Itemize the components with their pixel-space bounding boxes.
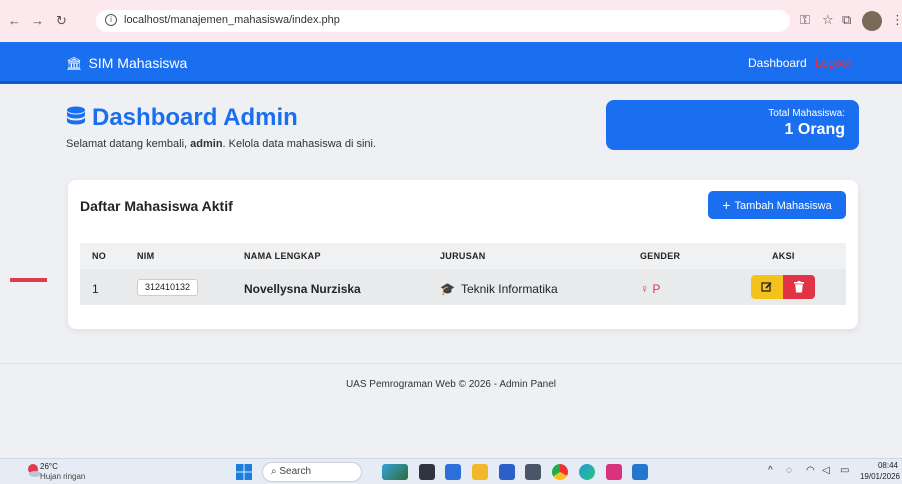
site-info-icon[interactable]: i xyxy=(105,14,117,26)
col-nama: NAMA LENGKAP xyxy=(244,251,321,261)
edge-browser-icon[interactable] xyxy=(579,464,595,480)
add-student-label: Tambah Mahasiswa xyxy=(734,200,832,212)
col-aksi: AKSI xyxy=(772,251,795,261)
welcome-user: admin xyxy=(190,138,223,150)
welcome-suffix: . Kelola data mahasiswa di sini. xyxy=(222,138,377,150)
table-header: NO NIM NAMA LENGKAP JURUSAN GENDER AKSI xyxy=(80,243,846,269)
gender-label: P xyxy=(652,282,661,296)
students-card: Daftar Mahasiswa Aktif + Tambah Mahasiswa… xyxy=(68,180,858,329)
reload-icon[interactable]: ↻ xyxy=(56,13,67,29)
landscape-app-icon[interactable] xyxy=(382,464,408,480)
clock-time[interactable]: 08:44 xyxy=(872,461,898,470)
female-icon: ♀ xyxy=(640,282,649,296)
extensions-icon[interactable]: ⧉ xyxy=(842,12,851,28)
search-icon: ⌕ xyxy=(271,466,277,477)
profile-avatar[interactable] xyxy=(862,11,882,31)
key-icon[interactable]: ⚿ xyxy=(800,12,810,28)
address-bar[interactable]: i localhost/manajemen_mahasiswa/index.ph… xyxy=(96,10,790,32)
windows-start-icon[interactable] xyxy=(236,464,252,480)
search-label: Search xyxy=(279,466,312,477)
chrome-browser-icon[interactable] xyxy=(552,464,568,480)
file-explorer-icon[interactable] xyxy=(472,464,488,480)
clock-date[interactable]: 19/01/2026 xyxy=(856,472,900,481)
col-gender: GENDER xyxy=(640,251,681,261)
battery-icon[interactable]: ▭ xyxy=(840,465,849,476)
page-title: Dashboard Admin xyxy=(66,104,298,132)
trash-icon xyxy=(794,280,804,292)
edit-icon xyxy=(761,281,772,292)
bookmark-star-icon[interactable]: ☆ xyxy=(822,12,834,28)
taskbar: 26°C Hujan ringan ⌕ Search ^ ◌ ◠ ◁ ▭ 08:… xyxy=(0,458,902,484)
nav-logout-link[interactable]: Logout xyxy=(815,56,852,70)
total-label: Total Mahasiswa: xyxy=(768,108,845,119)
brand-label: SIM Mahasiswa xyxy=(88,55,188,71)
wifi-icon[interactable]: ◠ xyxy=(806,465,815,476)
menu-dots-icon[interactable]: ⋮ xyxy=(891,12,902,28)
col-nim: NIM xyxy=(137,251,155,261)
page-title-text: Dashboard Admin xyxy=(92,104,298,131)
database-icon xyxy=(67,106,85,125)
total-students-card: Total Mahasiswa: 1 Orang xyxy=(606,100,859,150)
student-major: 🎓 Teknik Informatika xyxy=(440,282,558,296)
side-indicator xyxy=(10,278,47,282)
plus-icon: + xyxy=(722,197,731,213)
nav-dashboard-link[interactable]: Dashboard xyxy=(748,56,807,70)
welcome-text: Selamat datang kembali, admin. Kelola da… xyxy=(66,138,376,150)
camera-app-icon[interactable] xyxy=(525,464,541,480)
nim-badge: 312410132 xyxy=(137,279,199,296)
forward-arrow-icon[interactable]: → xyxy=(31,13,44,28)
graduation-cap-icon: 🎓 xyxy=(440,282,455,296)
brand[interactable]: 🏛 SIM Mahasiswa xyxy=(66,55,187,72)
add-student-button[interactable]: + Tambah Mahasiswa xyxy=(708,191,846,219)
col-jurusan: JURUSAN xyxy=(440,251,486,261)
footer-divider xyxy=(0,363,902,364)
welcome-prefix: Selamat datang kembali, xyxy=(66,138,191,150)
footer-text: UAS Pemrograman Web © 2026 - Admin Panel xyxy=(345,379,557,390)
weather-temp: 26°C xyxy=(40,462,58,471)
row-no: 1 xyxy=(92,282,99,296)
weather-condition: Hujan ringan xyxy=(40,472,86,481)
bank-icon: 🏛 xyxy=(66,56,83,71)
back-arrow-icon[interactable]: ← xyxy=(8,13,21,28)
task-view-icon[interactable] xyxy=(419,464,435,480)
table-row: 1 312410132 Novellysna Nurziska 🎓 Teknik … xyxy=(80,269,846,305)
edit-button[interactable] xyxy=(751,275,783,299)
store-app-icon[interactable] xyxy=(445,464,461,480)
major-label: Teknik Informatika xyxy=(460,282,558,296)
tray-chevron-icon[interactable]: ^ xyxy=(768,465,773,476)
tray-app-icon[interactable]: ◌ xyxy=(786,465,792,476)
browser-chrome: ← → ↻ i localhost/manajemen_mahasiswa/in… xyxy=(0,0,902,42)
vscode-app-icon[interactable] xyxy=(632,464,648,480)
address-url: localhost/manajemen_mahasiswa/index.php xyxy=(124,14,340,26)
delete-button[interactable] xyxy=(783,275,815,299)
editor-app-icon[interactable] xyxy=(499,464,515,480)
student-gender: ♀ P xyxy=(640,282,660,296)
app-navbar: 🏛 SIM Mahasiswa Dashboard Logout xyxy=(0,42,902,84)
volume-icon[interactable]: ◁ xyxy=(822,465,830,476)
card-title: Daftar Mahasiswa Aktif xyxy=(80,198,233,214)
total-value: 1 Orang xyxy=(784,121,845,138)
xampp-app-icon[interactable] xyxy=(606,464,622,480)
student-name: Novellysna Nurziska xyxy=(244,282,361,296)
taskbar-search[interactable]: ⌕ Search xyxy=(262,462,362,482)
col-no: NO xyxy=(92,251,107,261)
